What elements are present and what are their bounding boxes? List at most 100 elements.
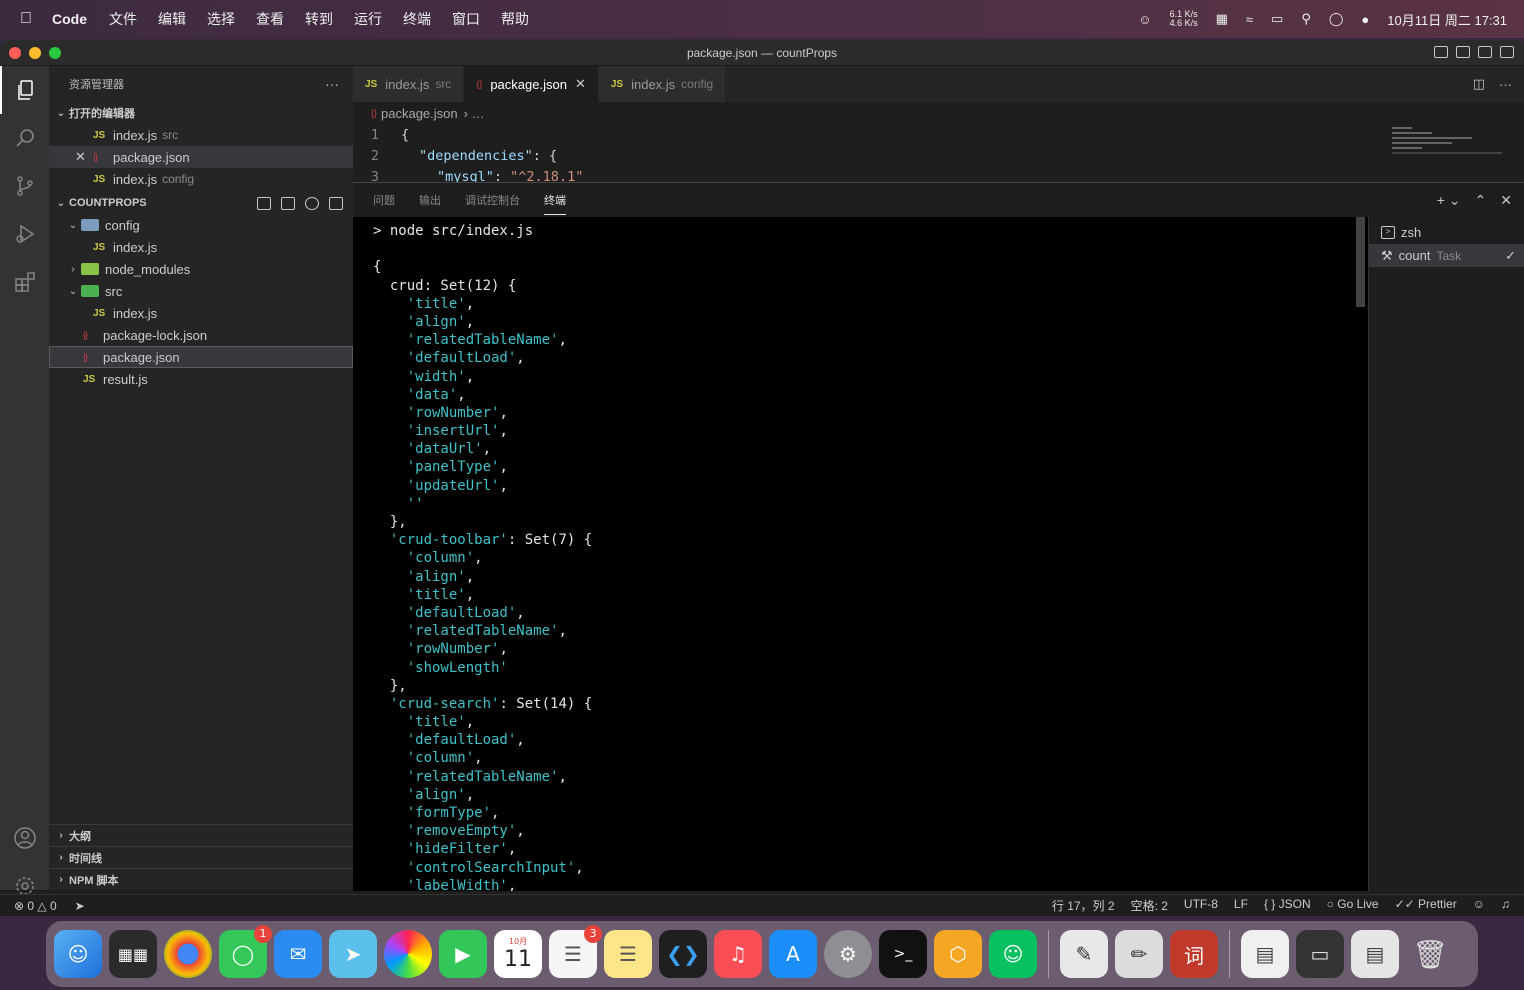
close-icon[interactable]: ✕ <box>575 76 586 92</box>
explorer-icon[interactable] <box>0 66 49 114</box>
tab-output[interactable]: 输出 <box>419 186 441 214</box>
toggle-panel-icon[interactable] <box>1456 46 1470 58</box>
indentation[interactable]: 空格: 2 <box>1131 897 1168 914</box>
zoom-window-button[interactable] <box>49 46 61 59</box>
tree-folder-src[interactable]: ⌄ src <box>49 280 353 302</box>
tab-index-config[interactable]: JS index.js config <box>598 66 727 102</box>
terminal-item-zsh[interactable]: > zsh <box>1369 221 1524 244</box>
end-of-line[interactable]: LF <box>1234 897 1248 914</box>
minimize-window-button[interactable] <box>29 46 41 59</box>
reminders-icon[interactable]: ☰ 3 <box>549 925 602 978</box>
input-method-icon[interactable]: ▦ <box>1216 11 1228 27</box>
tab-problems[interactable]: 问题 <box>373 186 395 214</box>
preview-app-icon[interactable]: ✎ <box>1060 930 1108 978</box>
open-editor-item[interactable]: JS index.js src <box>49 124 353 146</box>
tab-debug-console[interactable]: 调试控制台 <box>465 186 520 214</box>
minimized-window-icon[interactable]: ▭ <box>1296 930 1344 978</box>
split-editor-icon[interactable]: ◫ <box>1473 76 1485 92</box>
more-actions-icon[interactable]: ··· <box>1499 77 1512 92</box>
encoding[interactable]: UTF-8 <box>1184 897 1218 914</box>
new-terminal-icon[interactable]: + ⌄ <box>1437 192 1461 209</box>
toggle-secondary-sidebar-icon[interactable] <box>1478 46 1492 58</box>
close-window-button[interactable] <box>9 46 21 59</box>
collapse-all-icon[interactable] <box>329 196 343 210</box>
tab-index-src[interactable]: JS index.js src <box>353 66 465 102</box>
tree-file[interactable]: JS index.js <box>49 236 353 258</box>
accounts-icon[interactable] <box>0 814 49 862</box>
dictionary-icon[interactable]: 词 <box>1170 930 1218 978</box>
notes-icon[interactable]: ☰ <box>604 930 652 978</box>
menu-terminal[interactable]: 终端 <box>403 9 431 29</box>
extensions-icon[interactable] <box>0 258 49 306</box>
terminal-item-count[interactable]: ⚒ count Task ✓ <box>1369 244 1524 267</box>
more-actions-icon[interactable]: ··· <box>325 76 339 92</box>
wechat-icon[interactable]: ☺ <box>989 930 1037 978</box>
maximize-panel-icon[interactable]: ⌃ <box>1475 192 1487 209</box>
project-header[interactable]: ⌄ COUNTPROPS <box>49 192 353 214</box>
tab-terminal[interactable]: 终端 <box>544 186 566 215</box>
clock[interactable]: 10月11日 周二 17:31 <box>1387 10 1507 29</box>
close-panel-icon[interactable]: ✕ <box>1500 192 1512 209</box>
mail-icon[interactable]: ✉ <box>274 930 322 978</box>
terminal-output[interactable]: > node src/index.js { crud: Set(12) { 'ti… <box>353 217 1368 891</box>
tree-file[interactable]: JS index.js <box>49 302 353 324</box>
prettier-button[interactable]: ✓✓ Prettier <box>1395 897 1457 914</box>
customize-layout-icon[interactable] <box>1500 46 1514 58</box>
menu-file[interactable]: 文件 <box>109 9 137 29</box>
control-center-icon[interactable]: ◯ <box>1329 11 1344 27</box>
photos-icon[interactable] <box>384 930 432 978</box>
minimap[interactable] <box>1392 124 1512 182</box>
open-editor-item[interactable]: JS index.js config <box>49 168 353 190</box>
breadcrumb-file[interactable]: package.json <box>381 106 458 121</box>
live-share-icon[interactable]: ➤ <box>75 899 85 913</box>
go-live-button[interactable]: ○ Go Live <box>1327 897 1379 914</box>
menu-selection[interactable]: 选择 <box>207 9 235 29</box>
terminal-app-icon[interactable]: >_ <box>879 930 927 978</box>
trash-icon[interactable]: 🗑 <box>1406 930 1454 978</box>
launchpad-icon[interactable]: ▦▦ <box>109 930 157 978</box>
notifications-bell-icon[interactable]: ♫ <box>1501 897 1510 914</box>
menu-window[interactable]: 窗口 <box>452 9 480 29</box>
cursor-position[interactable]: 行 17，列 2 <box>1052 897 1115 914</box>
timeline-header[interactable]: › 时间线 <box>49 846 353 868</box>
menu-run[interactable]: 运行 <box>354 9 382 29</box>
warning-icon[interactable]: △ <box>34 899 50 913</box>
vscode-icon[interactable]: ❮❯ <box>659 930 707 978</box>
feedback-icon[interactable]: ☺ <box>1473 897 1485 914</box>
tree-folder-config[interactable]: ⌄ config <box>49 214 353 236</box>
menu-edit[interactable]: 编辑 <box>158 9 186 29</box>
code-editor[interactable]: 1 { 2 "dependencies" : { 3 "mysql" : "^2… <box>353 124 1524 182</box>
finder-icon[interactable]: ☺ <box>54 930 102 978</box>
app-store-icon[interactable]: A <box>769 930 817 978</box>
search-icon[interactable] <box>0 114 49 162</box>
apple-icon[interactable]:  <box>0 10 52 28</box>
document-icon[interactable]: ▤ <box>1241 930 1289 978</box>
refresh-icon[interactable] <box>305 196 319 210</box>
menu-go[interactable]: 转到 <box>305 9 333 29</box>
downloads-stack-icon[interactable]: ▤ <box>1351 930 1399 978</box>
menu-view[interactable]: 查看 <box>256 9 284 29</box>
tree-folder-node-modules[interactable]: › node_modules <box>49 258 353 280</box>
open-editor-item[interactable]: ✕ {} package.json <box>49 146 353 168</box>
tree-file-selected[interactable]: {} package.json <box>49 346 353 368</box>
music-icon[interactable]: ♫ <box>714 930 762 978</box>
hexagon-app-icon[interactable]: ⬡ <box>934 930 982 978</box>
script-editor-icon[interactable]: ✏ <box>1115 930 1163 978</box>
menu-help[interactable]: 帮助 <box>501 9 529 29</box>
errors-icon[interactable]: ⊗ <box>14 899 27 913</box>
new-file-icon[interactable] <box>257 196 271 210</box>
chrome-icon[interactable] <box>164 930 212 978</box>
messages-icon[interactable]: ◯ 1 <box>219 925 272 978</box>
run-debug-icon[interactable] <box>0 210 49 258</box>
language-mode[interactable]: { } JSON <box>1264 897 1311 914</box>
close-icon[interactable]: ✕ <box>75 149 93 165</box>
outline-header[interactable]: › 大纲 <box>49 824 353 846</box>
maps-icon[interactable]: ➤ <box>329 930 377 978</box>
terminal-scrollbar[interactable] <box>1356 217 1365 307</box>
source-control-icon[interactable] <box>0 162 49 210</box>
calendar-icon[interactable]: 10月 11 <box>494 930 542 978</box>
siri-icon[interactable]: ● <box>1361 12 1369 27</box>
system-settings-icon[interactable]: ⚙ <box>824 930 872 978</box>
tab-package-json[interactable]: {} package.json ✕ <box>464 66 599 102</box>
error-count[interactable]: 0 <box>27 899 34 913</box>
